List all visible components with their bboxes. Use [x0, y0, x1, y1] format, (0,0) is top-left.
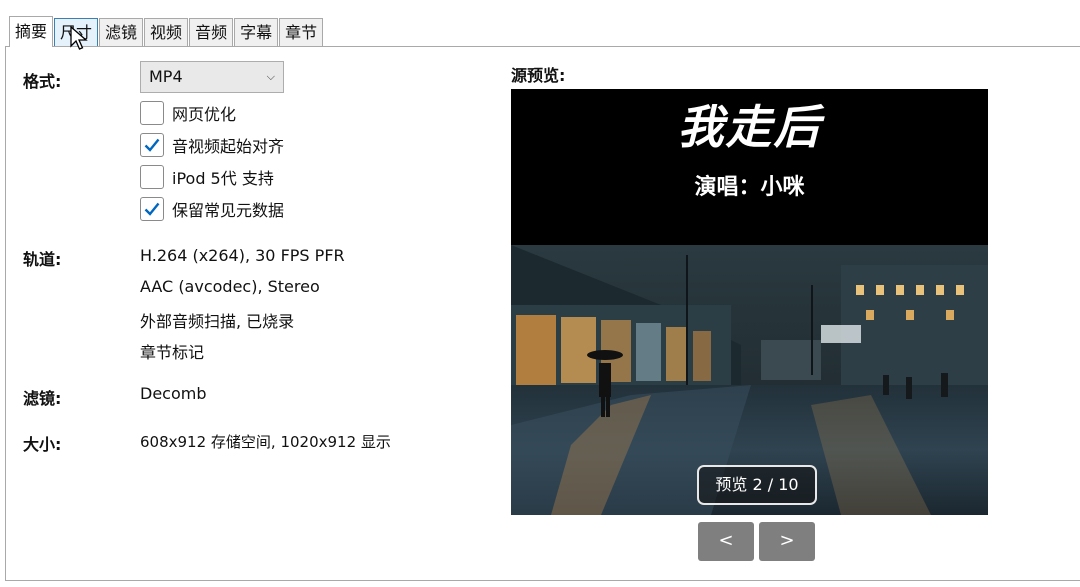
- option-keep-metadata[interactable]: 保留常见元数据: [140, 196, 284, 222]
- option-align-av[interactable]: 音视频起始对齐: [140, 132, 284, 158]
- checkmark-icon: [144, 202, 160, 216]
- checkmark-icon: [144, 138, 160, 152]
- size-value: 608x912 存储空间, 1020x912 显示: [140, 433, 391, 451]
- tab-subtitles[interactable]: 字幕: [234, 18, 279, 46]
- tab-bar: 摘要 尺寸 滤镜 视频 音频 字幕 章节: [9, 16, 324, 47]
- preview-song-title: 我走后: [677, 100, 822, 154]
- option-label: iPod 5代 支持: [172, 169, 274, 188]
- checkbox-align-av[interactable]: [140, 133, 164, 157]
- checkbox-ipod-5g[interactable]: [140, 165, 164, 189]
- size-label: 大小:: [23, 435, 62, 454]
- option-web-optimized[interactable]: 网页优化: [140, 100, 236, 126]
- option-label: 音视频起始对齐: [172, 137, 285, 156]
- tab-chapters[interactable]: 章节: [279, 18, 324, 46]
- tab-audio[interactable]: 音频: [189, 18, 234, 46]
- tracks-label: 轨道:: [23, 250, 62, 269]
- track-audio: AAC (avcodec), Stereo: [140, 277, 320, 296]
- preview-counter: 预览 2 / 10: [697, 465, 817, 505]
- tab-filters[interactable]: 滤镜: [99, 18, 144, 46]
- checkbox-web-optimized[interactable]: [140, 101, 164, 125]
- option-ipod-5g[interactable]: iPod 5代 支持: [140, 164, 274, 190]
- preview-label: 源预览:: [511, 66, 566, 85]
- format-select[interactable]: MP4 ⌵: [140, 61, 284, 93]
- filters-value: Decomb: [140, 384, 207, 403]
- preview-prev-button[interactable]: <: [698, 522, 754, 561]
- chevron-down-icon: ⌵: [266, 70, 275, 83]
- tab-summary[interactable]: 摘要: [9, 16, 54, 47]
- format-label: 格式:: [23, 72, 62, 91]
- filters-label: 滤镜:: [23, 389, 62, 408]
- option-label: 网页优化: [172, 105, 237, 124]
- format-value: MP4: [149, 67, 183, 86]
- track-chapters: 章节标记: [140, 343, 205, 362]
- source-preview: 我走后 演唱：小咪 预览 2 / 10: [511, 89, 988, 515]
- preview-singer: 演唱：小咪: [694, 175, 805, 200]
- tab-video[interactable]: 视频: [144, 18, 189, 46]
- track-external-audio: 外部音频扫描, 已烧录: [140, 312, 295, 331]
- option-label: 保留常见元数据: [172, 201, 285, 220]
- checkbox-keep-metadata[interactable]: [140, 197, 164, 221]
- preview-next-button[interactable]: >: [759, 522, 815, 561]
- track-video: H.264 (x264), 30 FPS PFR: [140, 246, 345, 265]
- mouse-cursor-icon: [70, 26, 88, 50]
